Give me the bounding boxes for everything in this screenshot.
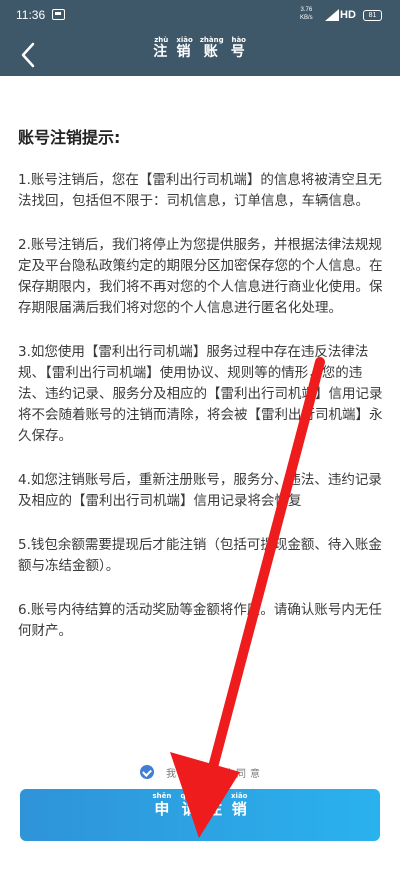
signal-icon [325,9,339,21]
button-char: 申shēn [152,792,172,818]
network-speed: 3.76 KB/s [300,6,313,22]
button-char: 注zhù [206,792,222,818]
battery-icon: 81 [363,10,382,21]
title-char: 注zhù [153,36,170,60]
network-speed-value: 3.76 [300,7,313,13]
agreement-checkbox[interactable] [140,765,154,779]
network-speed-unit: KB/s [300,15,313,21]
nav-bar: 注zhù 销xiāo 账zhàng 号hào [0,30,400,76]
notice-item: 2.账号注销后，我们将停止为您提供服务，并根据法律法规规定及平台隐私政策约定的期… [18,237,383,316]
notice-heading: 账号注销提示: [18,128,121,147]
button-char: 销xiāo [231,792,248,818]
notice-item: 5.钱包余额需要提现后才能注销（包括可提现金额、待入账金额与冻结金额）。 [18,537,382,574]
notice-item: 4.如您注销账号后，重新注册账号，服务分、违法、违约记录及相应的【雷利出行司机端… [18,472,382,509]
notice-item: 3.如您使用【雷利出行司机端】服务过程中存在违反法律法规、【雷利出行司机端】使用… [18,344,383,444]
message-icon [52,9,65,20]
title-char: 账zhàng [199,36,224,60]
title-char: 销xiāo [176,36,193,60]
title-char: 号hào [230,36,247,60]
agreement-text[interactable]: 我已阅读并同意 [166,765,264,780]
status-time: 11:36 [16,8,46,22]
page-title: 注zhù 销xiāo 账zhàng 号hào [0,36,400,61]
apply-cancellation-button[interactable]: 申shēn 请qǐng 注zhù 销xiāo [20,789,380,841]
status-bar: 11:36 3.76 KB/s HD 81 [0,0,400,30]
network-type: HD [340,9,356,21]
button-char: 请qǐng [180,792,198,818]
notice-item: 6.账号内待结算的活动奖励等金额将作废。请确认账号内无任何财产。 [18,602,382,639]
notice-content: 账号注销提示: 1.账号注销后，您在【雷利出行司机端】的信息将被清空且无法找回，… [18,124,384,665]
notice-item: 1.账号注销后，您在【雷利出行司机端】的信息将被清空且无法找回，包括但不限于：司… [18,172,382,209]
agreement-row[interactable]: 我已阅读并同意 [140,762,264,782]
